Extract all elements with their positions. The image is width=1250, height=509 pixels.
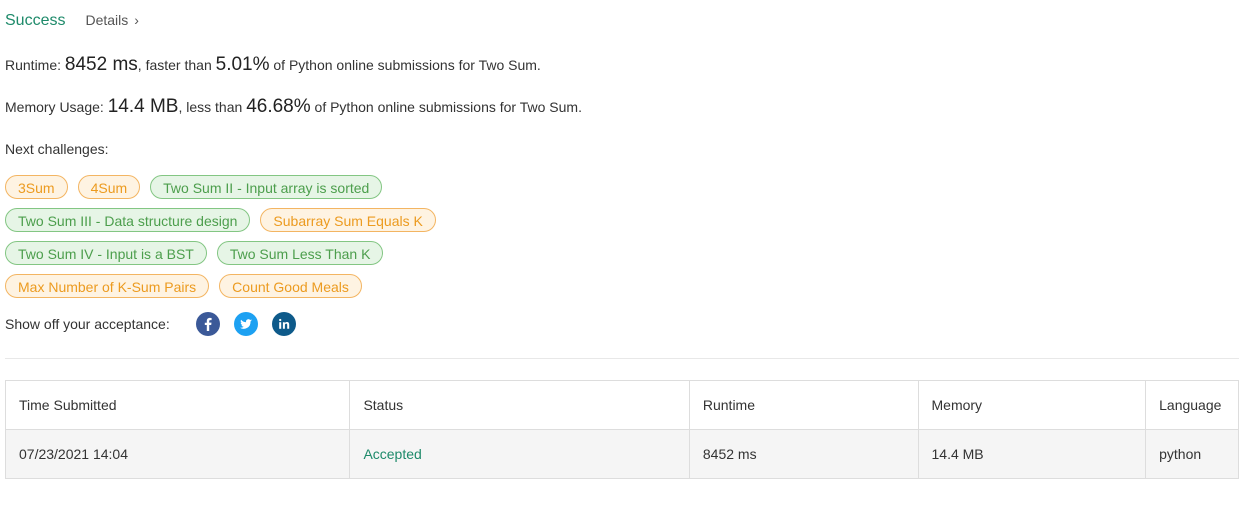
submission-result-page: Success Details › Runtime: 8452 ms, faste…: [0, 0, 1250, 509]
runtime-value: 8452 ms: [64, 54, 138, 75]
column-header-time-submitted: Time Submitted: [6, 381, 351, 429]
challenge-tag[interactable]: 4Sum: [77, 175, 141, 199]
memory-value: 14.4 MB: [107, 96, 179, 117]
column-header-memory: Memory: [919, 381, 1147, 429]
memory-comparison-text: , less than: [178, 99, 243, 115]
runtime-summary: Runtime: 8452 ms, faster than 5.01% of P…: [5, 54, 541, 76]
table-header-row: Time Submitted Status Runtime Memory Lan…: [6, 381, 1238, 429]
runtime-label: Runtime:: [5, 57, 62, 73]
challenge-tag[interactable]: Max Number of K-Sum Pairs: [5, 274, 210, 298]
memory-percentile: 46.68%: [246, 96, 311, 117]
challenge-tag[interactable]: Subarray Sum Equals K: [260, 208, 436, 232]
submissions-table: Time Submitted Status Runtime Memory Lan…: [5, 380, 1239, 479]
next-challenges-label: Next challenges:: [5, 141, 109, 157]
memory-cell: 14.4 MB: [919, 430, 1147, 478]
twitter-icon[interactable]: [233, 312, 258, 336]
memory-summary: Memory Usage: 14.4 MB, less than 46.68% …: [5, 96, 582, 118]
details-link[interactable]: Details ›: [85, 12, 138, 28]
challenge-tag[interactable]: Two Sum III - Data structure design: [5, 208, 251, 232]
challenge-tag[interactable]: Count Good Meals: [219, 274, 362, 298]
share-label: Show off your acceptance:: [5, 316, 170, 332]
section-divider: [5, 358, 1239, 359]
details-label: Details: [85, 12, 129, 28]
linkedin-icon[interactable]: [271, 312, 296, 336]
share-section: Show off your acceptance:: [5, 312, 310, 336]
runtime-percentile: 5.01%: [215, 54, 270, 75]
challenge-row: Max Number of K-Sum Pairs Count Good Mea…: [5, 274, 372, 298]
table-row: 07/23/2021 14:04 Accepted 8452 ms 14.4 M…: [6, 429, 1238, 478]
time-submitted-cell: 07/23/2021 14:04: [6, 430, 351, 478]
chevron-right-icon: ›: [134, 12, 139, 28]
challenge-tag[interactable]: 3Sum: [5, 175, 68, 199]
challenge-tag[interactable]: Two Sum IV - Input is a BST: [5, 241, 207, 265]
facebook-icon[interactable]: [195, 312, 220, 336]
column-header-status: Status: [350, 381, 690, 429]
memory-tail-text: of Python online submissions for Two Sum…: [314, 99, 582, 115]
challenge-tag[interactable]: Two Sum II - Input array is sorted: [150, 175, 383, 199]
result-header: Success Details ›: [5, 12, 139, 30]
language-cell: python: [1159, 446, 1202, 462]
memory-label: Memory Usage:: [5, 99, 104, 115]
challenge-row: 3Sum 4Sum Two Sum II - Input array is so…: [5, 175, 392, 199]
runtime-tail-text: of Python online submissions for Two Sum…: [273, 57, 541, 73]
column-header-language: Language: [1159, 397, 1222, 413]
result-status-title: Success: [5, 12, 66, 29]
challenge-row: Two Sum IV - Input is a BST Two Sum Less…: [5, 241, 393, 265]
challenge-tag[interactable]: Two Sum Less Than K: [216, 241, 384, 265]
runtime-cell: 8452 ms: [690, 430, 919, 478]
status-cell: Accepted: [350, 430, 690, 478]
accepted-status-link[interactable]: Accepted: [363, 446, 421, 462]
challenge-row: Two Sum III - Data structure design Suba…: [5, 208, 446, 232]
column-header-runtime: Runtime: [690, 381, 919, 429]
runtime-comparison-text: , faster than: [137, 57, 212, 73]
